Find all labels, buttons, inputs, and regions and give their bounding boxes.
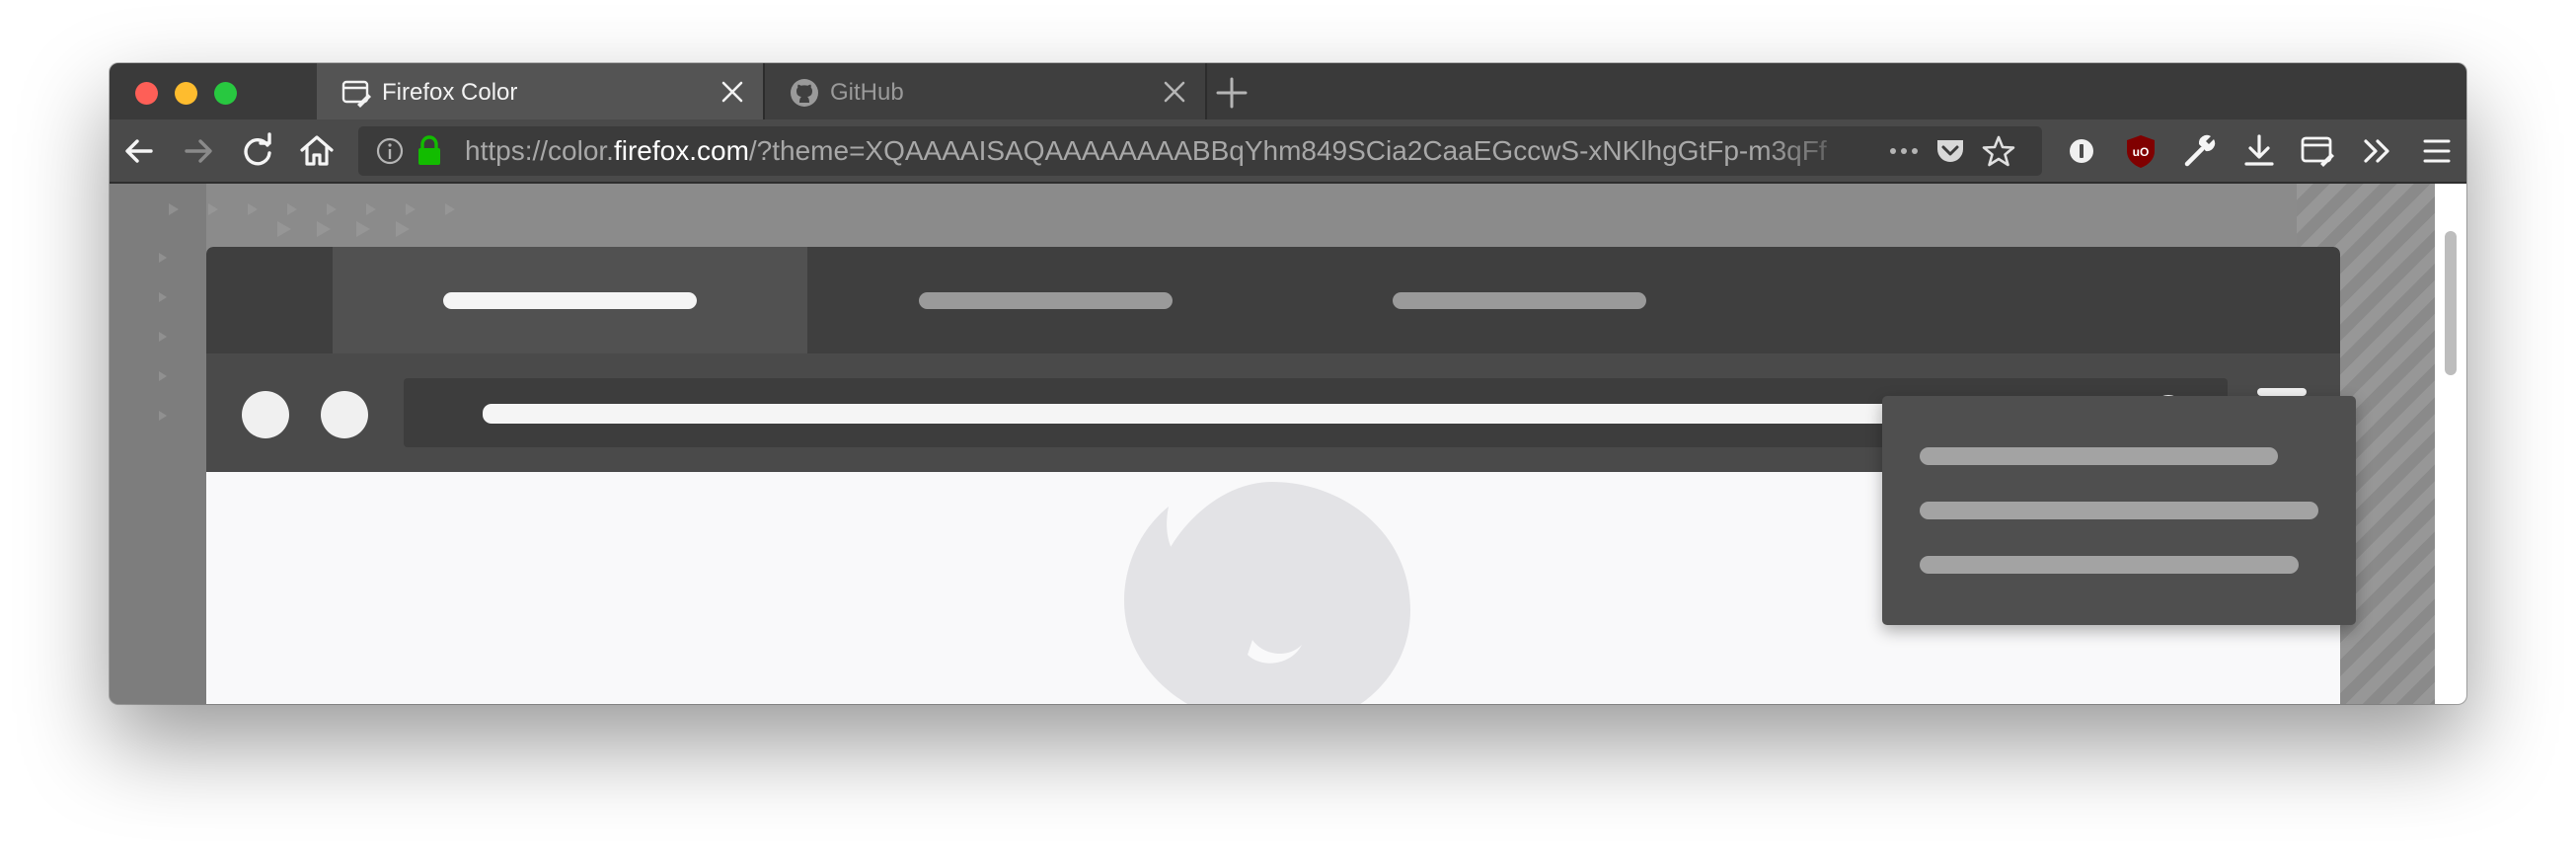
- firefox-color-button[interactable]: [2297, 129, 2340, 173]
- firefox-color-icon: [2301, 136, 2334, 167]
- preview-menu-item: [1920, 502, 2318, 519]
- navigation-toolbar: https://color.firefox.com/?theme=XQAAAAI…: [110, 119, 2466, 184]
- forward-button[interactable]: [177, 129, 220, 173]
- back-icon: [125, 139, 153, 163]
- hamburger-menu-icon: [2423, 139, 2451, 163]
- downloads-button[interactable]: [2237, 129, 2281, 173]
- overflow-icon: [2364, 139, 2389, 163]
- info-icon[interactable]: [374, 135, 406, 167]
- home-icon: [300, 135, 334, 166]
- preview-tab-label: [443, 292, 697, 309]
- firefox-logo-watermark: [1124, 482, 1410, 704]
- developer-tools-button[interactable]: [2178, 129, 2222, 173]
- forward-icon: [185, 139, 212, 163]
- lock-icon[interactable]: [416, 134, 443, 168]
- page-actions-icon[interactable]: [1886, 136, 1922, 166]
- preview-menu-item: [1920, 556, 2299, 574]
- preview-menu-item: [1920, 447, 2278, 465]
- tab-firefox-color[interactable]: Firefox Color: [317, 63, 763, 119]
- home-button[interactable]: [295, 129, 339, 173]
- close-tab-icon[interactable]: [720, 79, 745, 105]
- svg-text:uO: uO: [2133, 145, 2150, 159]
- zoom-window-button[interactable]: [214, 82, 237, 105]
- preview-nav-button: [242, 391, 289, 438]
- url-bar[interactable]: https://color.firefox.com/?theme=XQAAAAI…: [358, 126, 2042, 176]
- preview-popup-menu: [1882, 396, 2356, 625]
- firefox-color-icon: [341, 80, 371, 108]
- vertical-scrollbar[interactable]: [2435, 184, 2466, 704]
- reload-button[interactable]: [236, 129, 279, 173]
- download-icon: [2244, 134, 2274, 166]
- url-fade: [1760, 130, 1868, 172]
- preview-url-text: [483, 404, 2111, 424]
- preview-tab-label: [1393, 292, 1646, 309]
- overflow-menu-button[interactable]: [2356, 129, 2399, 173]
- main-menu-button[interactable]: [2415, 129, 2459, 173]
- url-query: /?theme=XQAAAAISAQAAAAAAAABBqYhm849SCia2…: [748, 136, 1827, 166]
- pocket-icon[interactable]: [1933, 134, 1967, 168]
- url-host: firefox.com: [613, 136, 749, 166]
- close-tab-icon[interactable]: [1162, 79, 1187, 105]
- tab-title: Firefox Color: [382, 79, 518, 106]
- minimize-window-button[interactable]: [175, 82, 197, 105]
- preview-tab-strip: [206, 247, 2340, 353]
- preview-tab-label: [919, 292, 1173, 309]
- password-manager-button[interactable]: [2060, 129, 2103, 173]
- ublock-origin-button[interactable]: uO: [2119, 129, 2162, 173]
- url-text[interactable]: https://color.firefox.com/?theme=XQAAAAI…: [465, 136, 1847, 166]
- url-prefix: https://color.: [465, 136, 614, 166]
- tab-title: GitHub: [830, 79, 904, 106]
- ublock-origin-icon: uO: [2127, 135, 2155, 168]
- new-tab-icon[interactable]: [1210, 71, 1253, 115]
- preview-nav-button: [321, 391, 368, 438]
- back-button[interactable]: [117, 129, 161, 173]
- tab-github[interactable]: GitHub: [763, 63, 1207, 119]
- wrench-icon: [2184, 134, 2216, 167]
- tab-strip: Firefox Color GitHub: [110, 63, 2466, 119]
- scrollbar-thumb[interactable]: [2445, 231, 2457, 375]
- close-window-button[interactable]: [135, 82, 158, 105]
- browser-window: Firefox Color GitHub https://color.firef…: [110, 63, 2466, 704]
- password-manager-icon: [2070, 139, 2093, 163]
- github-icon: [791, 79, 818, 107]
- reload-icon: [244, 132, 271, 166]
- bookmark-star-icon[interactable]: [1981, 133, 2016, 169]
